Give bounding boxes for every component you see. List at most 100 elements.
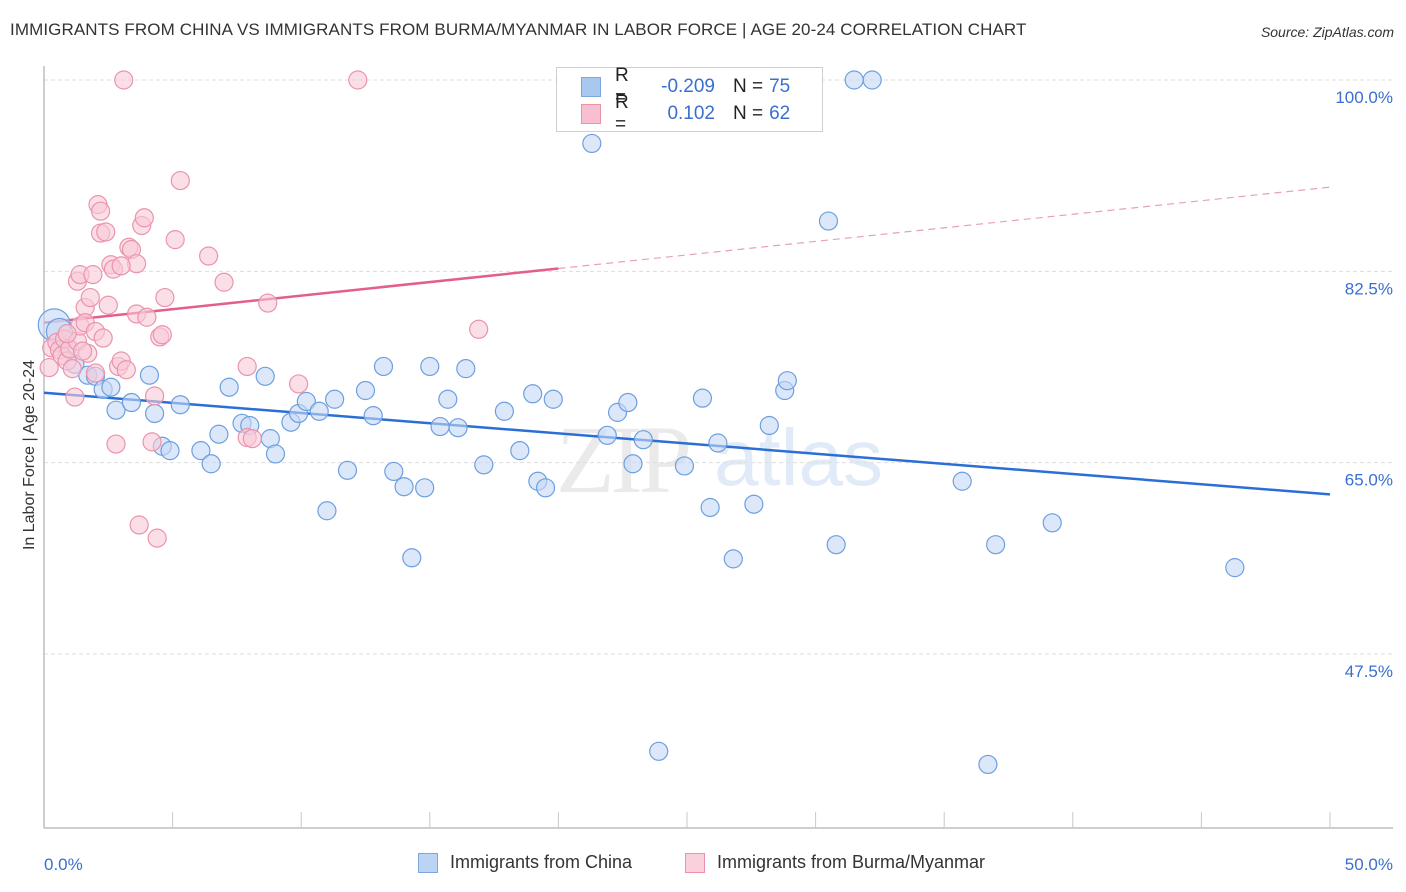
data-point (1225, 558, 1245, 578)
series-legend: Immigrants from China Immigrants from Bu… (0, 852, 1406, 878)
data-point (618, 392, 638, 413)
data-point (317, 501, 337, 521)
data-point (137, 307, 157, 327)
data-points (37, 70, 1245, 775)
data-point (777, 371, 797, 391)
data-point (1042, 513, 1062, 533)
data-point (199, 246, 219, 266)
data-point (129, 515, 149, 535)
legend-n-value: 62 (769, 103, 791, 124)
trend-lines (43, 186, 1331, 496)
data-point (96, 222, 116, 242)
y-axis-label: In Labor Force | Age 20-24 (21, 360, 38, 550)
data-point (139, 365, 160, 385)
data-point (700, 497, 720, 518)
data-point (469, 319, 489, 339)
data-point (597, 425, 617, 445)
data-point (265, 444, 286, 464)
data-point (160, 441, 180, 461)
data-point (438, 389, 458, 409)
data-point (674, 456, 695, 476)
data-point (242, 429, 262, 449)
data-point (170, 395, 190, 415)
data-point (85, 363, 106, 383)
data-point (723, 549, 743, 569)
series-swatch-china (418, 852, 438, 873)
legend-r-label: R = (615, 92, 629, 135)
legend-n-label: N = (733, 103, 764, 124)
series-label-china: Immigrants from China (450, 852, 633, 872)
y-tick-label: 65.0% (1345, 471, 1393, 490)
axis-labels: 100.0%82.5%65.0%47.5%0.0% 50.0%In Labor F… (21, 88, 1393, 874)
data-point (147, 528, 167, 548)
data-point (337, 460, 358, 480)
data-point (111, 256, 131, 276)
data-point (98, 295, 118, 315)
data-point (363, 406, 383, 426)
legend-r-value: -0.209 (661, 76, 715, 97)
data-point (134, 208, 154, 228)
series-swatch-burma (685, 852, 705, 873)
trend-line-burma-extrapolated (558, 186, 1331, 270)
data-point (384, 461, 404, 482)
legend-swatch-china (581, 77, 601, 97)
data-point (170, 170, 190, 191)
series-label-burma: Immigrants from Burma/Myanmar (717, 852, 986, 872)
data-point (510, 441, 530, 461)
legend-row-china: R = -0.209 N = 75 (581, 65, 790, 108)
data-point (394, 477, 414, 497)
data-point (844, 70, 864, 90)
data-point (116, 360, 136, 380)
y-tick-label: 82.5% (1345, 279, 1393, 298)
stats-legend: R = -0.209 N = 75 R = 0.102 N = 62 (556, 65, 823, 135)
data-point (65, 387, 85, 407)
trend-line-china (43, 391, 1331, 496)
data-point (692, 388, 713, 408)
data-point (255, 366, 275, 386)
data-point (474, 455, 494, 475)
series-legend-china[interactable]: Immigrants from China (418, 852, 632, 873)
data-point (633, 430, 653, 450)
data-point (258, 293, 278, 313)
data-point (623, 454, 643, 474)
data-point (309, 401, 329, 421)
data-point (415, 478, 435, 498)
series-china (37, 70, 1245, 775)
data-point (152, 325, 172, 345)
data-point (355, 380, 376, 401)
data-point (214, 272, 234, 292)
data-point (373, 356, 394, 377)
data-point (83, 265, 103, 285)
data-point (101, 377, 121, 397)
data-point (494, 401, 514, 421)
legend-r-value: 0.102 (667, 103, 715, 124)
data-point (325, 389, 345, 409)
data-point (144, 403, 165, 424)
data-point (535, 478, 556, 498)
data-point (209, 424, 229, 444)
legend-n-label: N = (733, 76, 764, 97)
data-point (348, 70, 368, 90)
data-point (986, 535, 1006, 555)
data-point (456, 359, 476, 379)
data-point (582, 133, 602, 154)
data-point (708, 433, 728, 453)
legend-swatch-burma (581, 104, 601, 124)
data-point (289, 374, 309, 394)
data-point (649, 741, 669, 761)
data-point (80, 287, 100, 308)
data-point (759, 415, 779, 436)
data-point (90, 201, 111, 221)
data-point (523, 384, 543, 404)
data-point (430, 416, 450, 437)
data-point (114, 70, 134, 90)
data-point (142, 432, 162, 452)
data-point (448, 418, 468, 438)
data-point (219, 377, 239, 397)
series-burma (39, 70, 489, 548)
data-point (543, 389, 563, 409)
data-point (106, 434, 126, 454)
data-point (744, 494, 764, 514)
series-legend-burma[interactable]: Immigrants from Burma/Myanmar (685, 852, 985, 873)
y-tick-label: 47.5% (1345, 662, 1393, 681)
